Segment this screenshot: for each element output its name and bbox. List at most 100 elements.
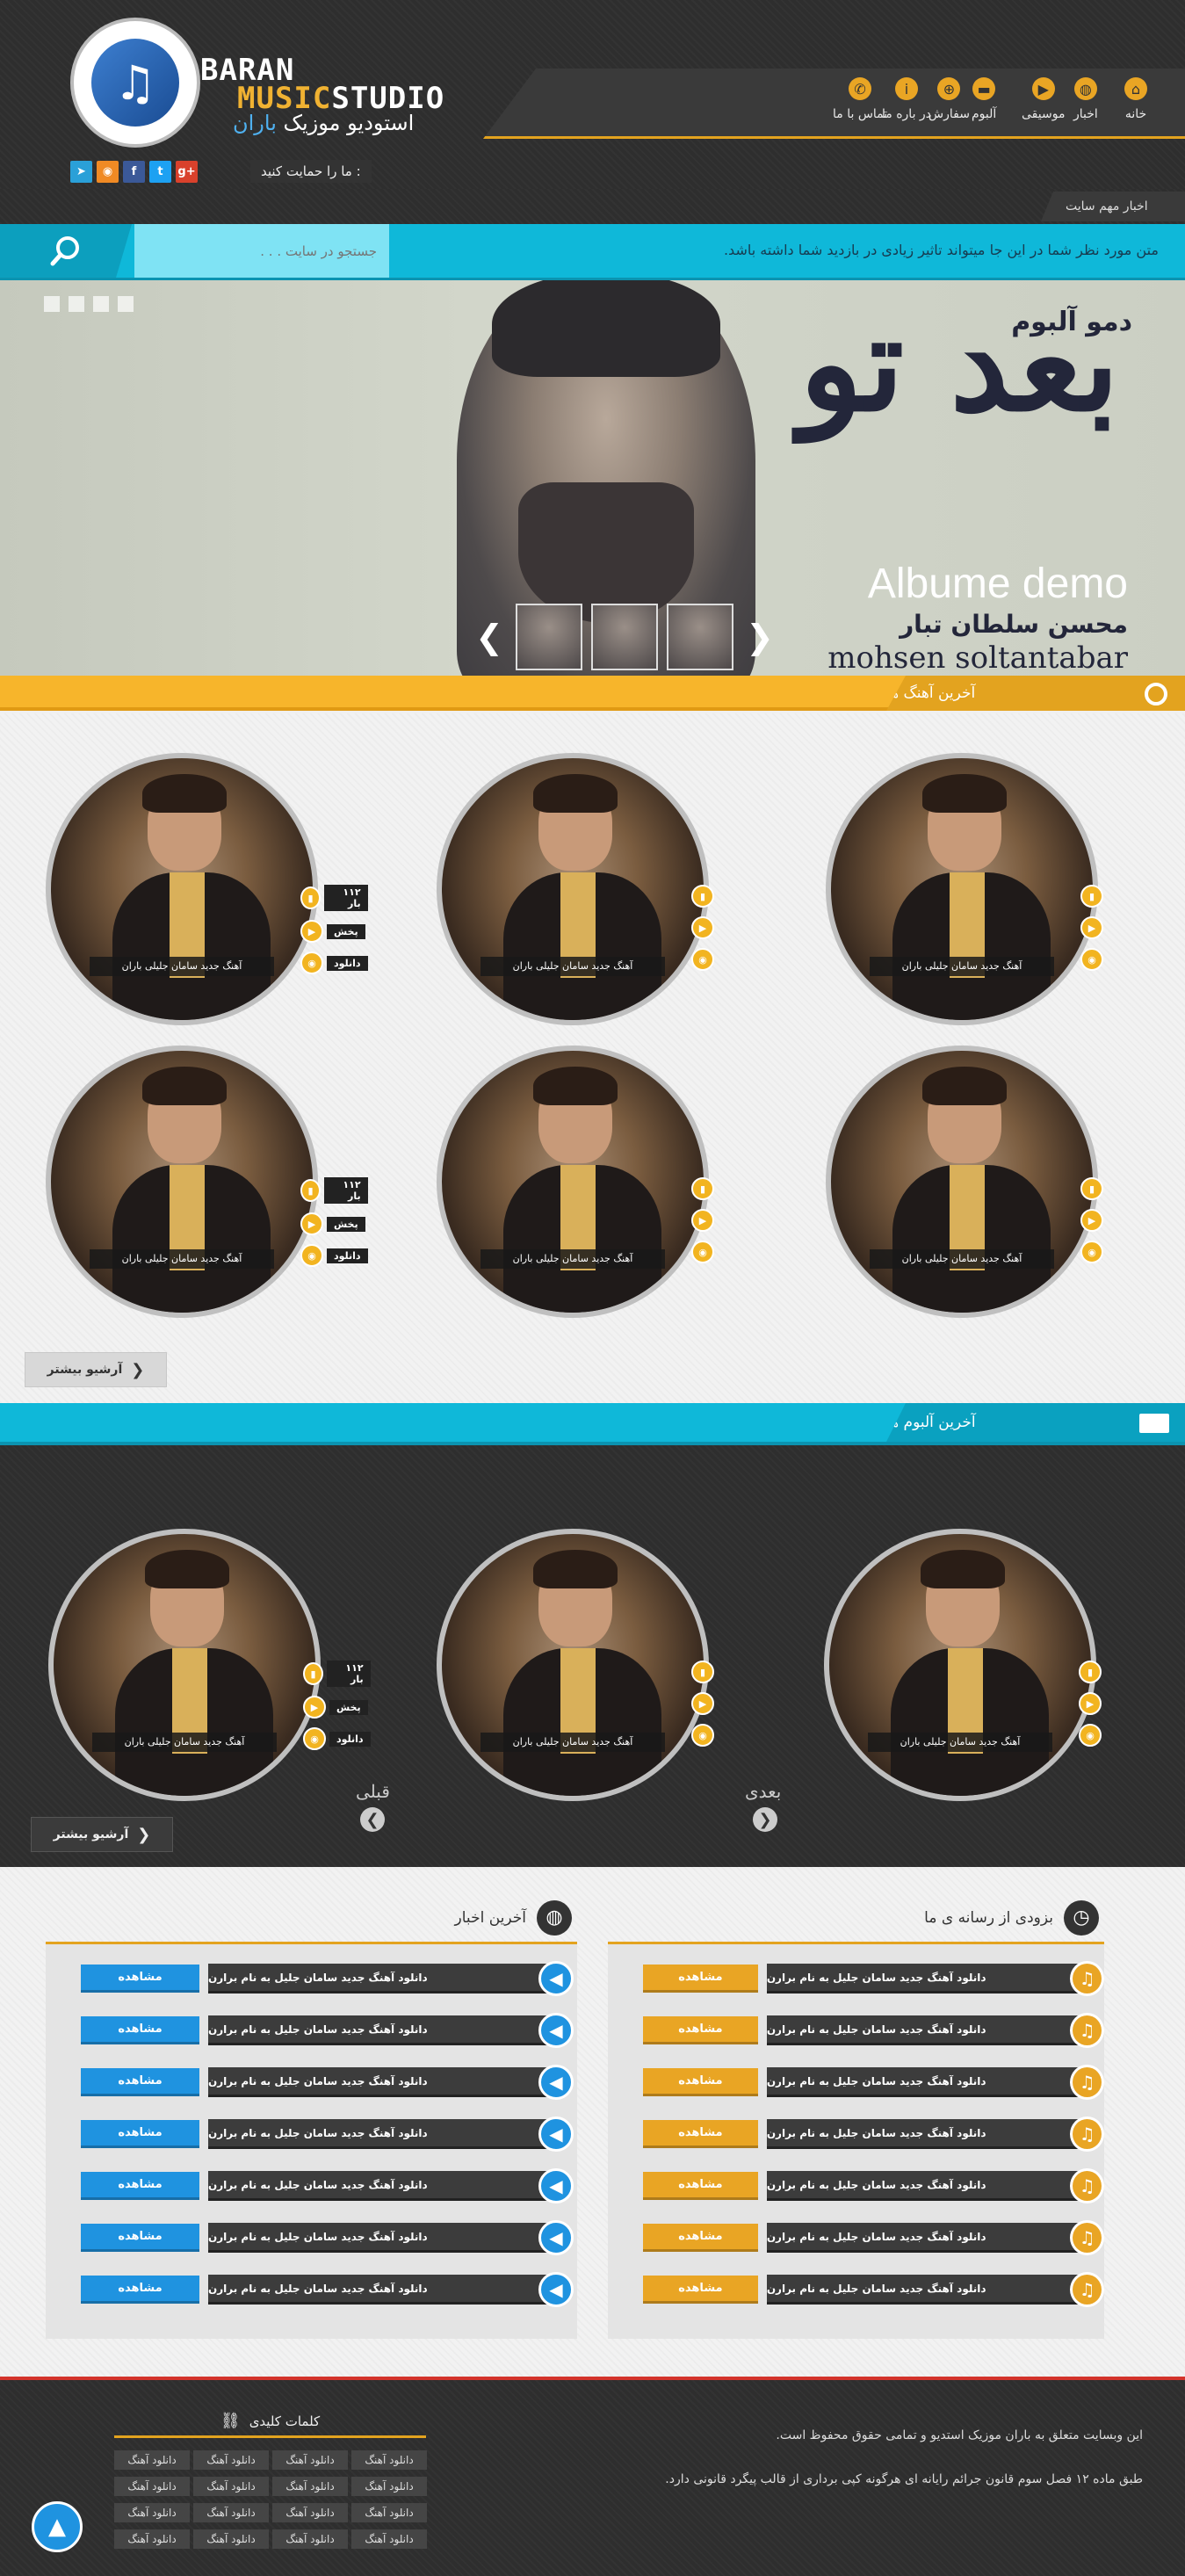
card-action-count[interactable]: ▮ (691, 1177, 714, 1200)
telegram-icon[interactable]: ➤ (70, 160, 92, 183)
scroll-top-button[interactable]: ▲ (32, 2501, 83, 2552)
list-item-title[interactable]: دانلود آهنگ جدید سامان جلیل به نام برارن (208, 2067, 551, 2097)
card-action-play[interactable]: ▶ پخش (300, 920, 368, 943)
list-item-title[interactable]: دانلود آهنگ جدید سامان جلیل به نام برارن (208, 2223, 551, 2253)
list-item-title[interactable]: دانلود آهنگ جدید سامان جلیل به نام برارن (208, 2015, 551, 2045)
keyword-tag[interactable]: دانلود آهنگ (272, 2450, 348, 2470)
keyword-tag[interactable]: دانلود آهنگ (272, 2503, 348, 2522)
list-item-title[interactable]: دانلود آهنگ جدید سامان جلیل به نام برارن (766, 2223, 1083, 2253)
slider-dot[interactable] (44, 296, 60, 312)
card-action-count[interactable]: ▮ (1079, 1661, 1102, 1683)
music-card[interactable]: آهنگ جدید سامان جلیلی باران ▮ ▶ ◉ (437, 1046, 714, 1318)
latest-albums-tab[interactable]: آخرین آلبوم ها (886, 1403, 1185, 1442)
play-icon[interactable]: ▶ (300, 1212, 323, 1235)
slider-thumb[interactable] (591, 604, 658, 670)
list-item-title[interactable]: دانلود آهنگ جدید سامان جلیل به نام برارن (208, 1964, 551, 1994)
card-action-download[interactable]: ◉ (1080, 1241, 1103, 1263)
keyword-tag[interactable]: دانلود آهنگ (351, 2450, 427, 2470)
view-button[interactable]: مشاهده (643, 2068, 758, 2096)
chart-icon[interactable]: ▮ (300, 1179, 322, 1202)
nav-item-4[interactable]: ⊕ سفارش (928, 77, 970, 121)
card-action-download[interactable]: ◉ (691, 948, 714, 971)
list-row[interactable]: مشاهده دانلود آهنگ جدید سامان جلیل به نام… (46, 2065, 577, 2100)
list-item-title[interactable]: دانلود آهنگ جدید سامان جلیل به نام برارن (208, 2275, 551, 2305)
slider-prev-arrow[interactable]: ❮ (472, 618, 507, 656)
list-item-title[interactable]: دانلود آهنگ جدید سامان جلیل به نام برارن (766, 2275, 1083, 2305)
card-action-play[interactable]: ▶ (1080, 1209, 1103, 1232)
slider-dot[interactable] (69, 296, 84, 312)
list-item-title[interactable]: دانلود آهنگ جدید سامان جلیل به نام برارن (766, 2067, 1083, 2097)
download-icon[interactable]: ◉ (300, 952, 323, 974)
chart-icon[interactable]: ▮ (1080, 885, 1103, 908)
slider-dot[interactable] (118, 296, 134, 312)
chart-icon[interactable]: ▮ (300, 886, 322, 909)
music-card[interactable]: آهنگ جدید سامان جلیلی باران ▮ ▶ ◉ (826, 1046, 1103, 1318)
albums-next-button[interactable]: ❯ (753, 1807, 777, 1832)
view-button[interactable]: مشاهده (81, 2068, 199, 2096)
list-item-title[interactable]: دانلود آهنگ جدید سامان جلیل به نام برارن (766, 2015, 1083, 2045)
play-icon[interactable]: ▶ (691, 1692, 714, 1715)
card-action-download[interactable]: ◉ (691, 1241, 714, 1263)
card-action-count[interactable]: ▮ (691, 885, 714, 908)
nav-item-1[interactable]: ◍ اخبار (1073, 77, 1098, 121)
list-item-title[interactable]: دانلود آهنگ جدید سامان جلیل به نام برارن (208, 2119, 551, 2149)
list-row[interactable]: مشاهده دانلود آهنگ جدید سامان جلیل به نام… (608, 2013, 1104, 2048)
keyword-tag[interactable]: دانلود آهنگ (114, 2503, 190, 2522)
chart-icon[interactable]: ▮ (691, 1177, 714, 1200)
card-action-download[interactable]: ◉ (691, 1724, 714, 1747)
card-action-count[interactable]: ▮ ۱۱۲ بار (300, 1177, 368, 1204)
download-icon[interactable]: ◉ (691, 1241, 714, 1263)
list-row[interactable]: مشاهده دانلود آهنگ جدید سامان جلیل به نام… (46, 2117, 577, 2152)
keyword-tag[interactable]: دانلود آهنگ (193, 2450, 269, 2470)
download-icon[interactable]: ◉ (1080, 1241, 1103, 1263)
chart-icon[interactable]: ▮ (691, 885, 714, 908)
twitter-icon[interactable]: t (149, 160, 171, 183)
list-row[interactable]: مشاهده دانلود آهنگ جدید سامان جلیل به نام… (608, 2065, 1104, 2100)
list-row[interactable]: مشاهده دانلود آهنگ جدید سامان جلیل به نام… (46, 2272, 577, 2307)
googleplus-icon[interactable]: g+ (176, 160, 198, 183)
download-icon[interactable]: ◉ (303, 1727, 326, 1750)
list-row[interactable]: مشاهده دانلود آهنگ جدید سامان جلیل به نام… (46, 2168, 577, 2203)
keyword-tag[interactable]: دانلود آهنگ (114, 2529, 190, 2549)
play-icon[interactable]: ▶ (1080, 1209, 1103, 1232)
download-icon[interactable]: ◉ (691, 1724, 714, 1747)
play-icon[interactable]: ▶ (300, 920, 323, 943)
music-card[interactable]: آهنگ جدید سامان جلیلی باران ▮ ▶ ◉ (437, 753, 714, 1025)
card-action-play[interactable]: ▶ پخش (303, 1696, 371, 1719)
card-action-count[interactable]: ▮ ۱۱۲ بار (300, 885, 368, 911)
archive-more-button[interactable]: ❮ آرشیو بیشتر (31, 1817, 173, 1852)
card-action-download[interactable]: ◉ (1079, 1724, 1102, 1747)
view-button[interactable]: مشاهده (643, 1965, 758, 1993)
facebook-icon[interactable]: f (123, 160, 145, 183)
nav-item-2[interactable]: ▶ موسیقی (1022, 77, 1065, 121)
view-button[interactable]: مشاهده (643, 2172, 758, 2200)
view-button[interactable]: مشاهده (643, 2016, 758, 2044)
music-card[interactable]: آهنگ جدید سامان جلیلی باران ▮ ▶ ◉ (824, 1529, 1102, 1801)
play-icon[interactable]: ▶ (1080, 916, 1103, 939)
nav-item-5[interactable]: i در باره ما (882, 77, 931, 121)
chart-icon[interactable]: ▮ (303, 1662, 324, 1685)
keyword-tag[interactable]: دانلود آهنگ (272, 2477, 348, 2496)
view-button[interactable]: مشاهده (81, 1965, 199, 1993)
view-button[interactable]: مشاهده (81, 2120, 199, 2148)
view-button[interactable]: مشاهده (643, 2224, 758, 2252)
card-action-download[interactable]: ◉ دانلود (300, 1244, 368, 1267)
view-button[interactable]: مشاهده (81, 2276, 199, 2304)
slider-next-arrow[interactable]: ❯ (742, 618, 777, 656)
music-card[interactable]: آهنگ جدید سامان جلیلی باران ▮ ▶ ◉ (826, 753, 1103, 1025)
keyword-tag[interactable]: دانلود آهنگ (351, 2529, 427, 2549)
card-action-play[interactable]: ▶ (1079, 1692, 1102, 1715)
play-icon[interactable]: ▶ (303, 1696, 326, 1719)
download-icon[interactable]: ◉ (300, 1244, 323, 1267)
list-row[interactable]: مشاهده دانلود آهنگ جدید سامان جلیل به نام… (46, 2013, 577, 2048)
keyword-tag[interactable]: دانلود آهنگ (193, 2477, 269, 2496)
list-item-title[interactable]: دانلود آهنگ جدید سامان جلیل به نام برارن (766, 1964, 1083, 1994)
play-icon[interactable]: ▶ (691, 916, 714, 939)
nav-item-3[interactable]: ▬ آلبوم (972, 77, 996, 121)
list-row[interactable]: مشاهده دانلود آهنگ جدید سامان جلیل به نام… (46, 1961, 577, 1996)
list-item-title[interactable]: دانلود آهنگ جدید سامان جلیل به نام برارن (766, 2171, 1083, 2201)
view-button[interactable]: مشاهده (643, 2276, 758, 2304)
albums-prev-button[interactable]: ❮ (360, 1807, 385, 1832)
list-item-title[interactable]: دانلود آهنگ جدید سامان جلیل به نام برارن (208, 2171, 551, 2201)
card-action-play[interactable]: ▶ (1080, 916, 1103, 939)
